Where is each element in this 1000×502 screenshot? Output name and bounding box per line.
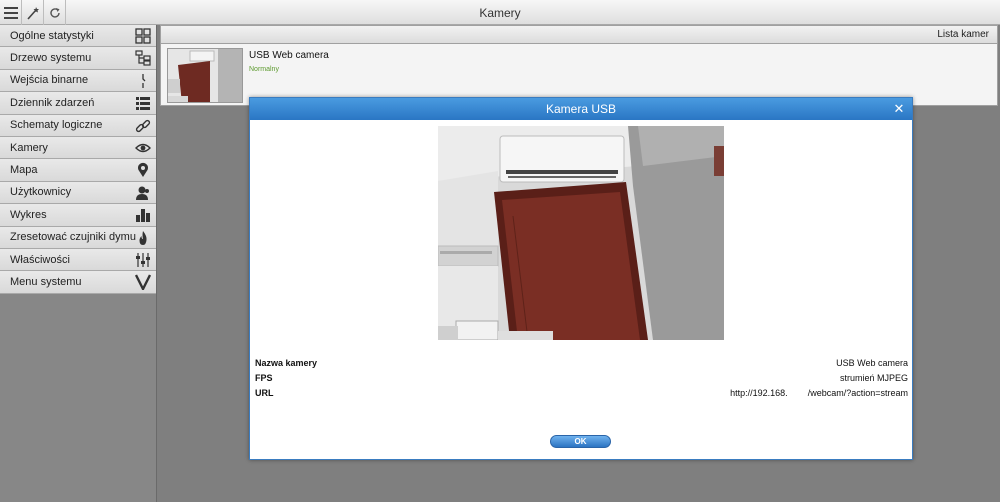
field-value: strumień MJPEG — [839, 373, 908, 383]
status-badge: Normalny — [249, 66, 279, 73]
sidebar-item-statistics[interactable]: Ogólne statystyki — [0, 25, 156, 48]
field-value: USB Web camera — [836, 358, 908, 368]
field-label: Nazwa kamery — [255, 358, 318, 368]
camera-feed — [438, 126, 724, 340]
map-pin-icon — [135, 162, 151, 178]
sidebar-item-system-menu[interactable]: Menu systemu — [0, 271, 156, 294]
sidebar-item-label: Kamery — [10, 141, 48, 154]
hamburger-icon — [3, 6, 18, 19]
field-fps: FPS strumień MJPEG — [255, 373, 908, 387]
link-icon — [135, 118, 151, 134]
v-logo-icon — [135, 274, 151, 291]
field-value: http://192.168. /webcam/?action=stream — [730, 388, 908, 398]
sidebar-item-properties[interactable]: Właściwości — [0, 248, 156, 272]
menu-button[interactable] — [0, 0, 22, 25]
sidebar-item-event-log[interactable]: Dziennik zdarzeń — [0, 92, 156, 115]
field-label: URL — [255, 388, 274, 398]
sliders-icon — [135, 252, 151, 268]
sidebar-item-label: Menu systemu — [10, 275, 82, 288]
sidebar-item-label: Zresetować czujniki dymu — [10, 231, 136, 244]
sidebar-item-users[interactable]: Użytkownicy — [0, 181, 156, 205]
sidebar-item-label: Wejścia binarne — [10, 74, 89, 87]
sidebar-item-binary-inputs[interactable]: Wejścia binarne — [0, 69, 156, 93]
sidebar-item-label: Drzewo systemu — [10, 52, 92, 65]
magic-wand-icon — [26, 6, 39, 20]
field-label: FPS — [255, 373, 273, 383]
sidebar-item-label: Ogólne statystyki — [10, 29, 94, 42]
dialog-title-bar: Kamera USB ✕ — [250, 98, 912, 120]
sidebar-item-chart[interactable]: Wykres — [0, 204, 156, 227]
sidebar-item-system-tree[interactable]: Drzewo systemu — [0, 47, 156, 70]
binary-input-icon — [135, 73, 151, 89]
camera-thumbnail[interactable] — [167, 48, 243, 103]
sidebar-item-label: Właściwości — [10, 253, 70, 266]
users-icon — [135, 185, 151, 201]
sidebar-item-logic-schemes[interactable]: Schematy logiczne — [0, 114, 156, 137]
sidebar-item-label: Dziennik zdarzeń — [10, 96, 95, 109]
camera-list-header: Lista kamer — [160, 25, 998, 44]
camera-dialog: Kamera USB ✕ Nazwa kamery USB Web camera… — [249, 97, 913, 460]
list-icon — [135, 95, 151, 111]
camera-name: USB Web camera — [249, 50, 329, 61]
sidebar-item-map[interactable]: Mapa — [0, 159, 156, 182]
close-icon[interactable]: ✕ — [892, 98, 906, 120]
sidebar-item-label: Wykres — [10, 208, 47, 221]
refresh-icon — [49, 7, 60, 18]
field-url: URL http://192.168. /webcam/?action=stre… — [255, 388, 908, 402]
field-camera-name: Nazwa kamery USB Web camera — [255, 358, 908, 372]
top-bar: Kamery — [0, 0, 1000, 25]
wand-button[interactable] — [22, 0, 44, 25]
sidebar-item-cameras[interactable]: Kamery — [0, 136, 156, 160]
dashboard-grid-icon — [135, 28, 151, 44]
tree-icon — [135, 50, 151, 66]
flame-icon — [135, 230, 151, 246]
eye-icon — [135, 140, 151, 156]
sidebar-item-label: Użytkownicy — [10, 186, 72, 199]
page-title: Kamery — [479, 6, 521, 20]
sidebar-item-reset-smoke-sensors[interactable]: Zresetować czujniki dymu — [0, 226, 156, 249]
sidebar-item-label: Schematy logiczne — [10, 119, 103, 132]
sidebar: Ogólne statystyki Drzewo systemu Wejścia… — [0, 25, 157, 502]
dialog-title: Kamera USB — [545, 102, 617, 116]
bar-chart-icon — [135, 207, 151, 223]
sidebar-item-label: Mapa — [10, 164, 38, 177]
ok-button[interactable]: OK — [550, 435, 611, 448]
refresh-button[interactable] — [44, 0, 66, 25]
